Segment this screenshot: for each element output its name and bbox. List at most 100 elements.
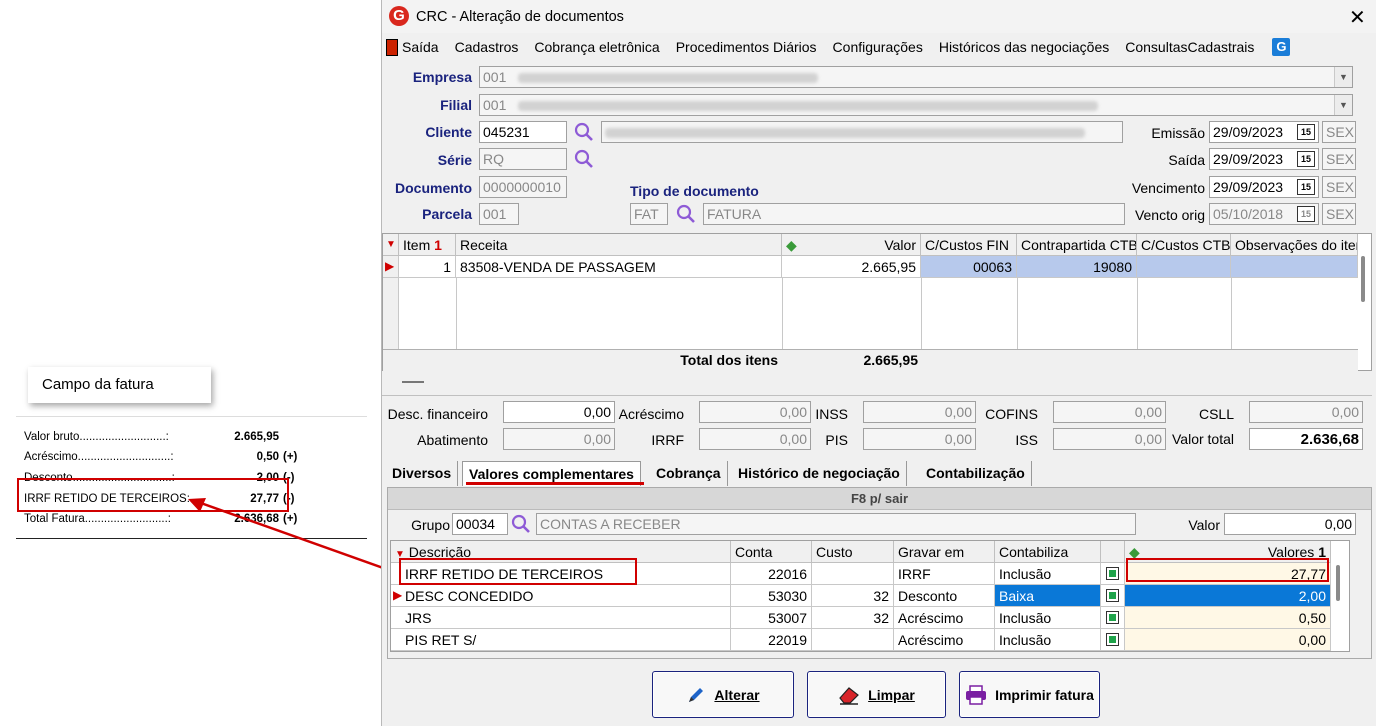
row-valor[interactable]: 2,00 [1125, 585, 1331, 607]
grupo-input[interactable]: 00034 [452, 513, 508, 535]
limpar-button[interactable]: Limpar [807, 671, 946, 718]
menu-historicos[interactable]: Históricos das negociações [931, 39, 1117, 55]
irrf-input[interactable]: 0,00 [699, 428, 811, 450]
menu-cobranca-eletronica[interactable]: Cobrança eletrônica [526, 39, 667, 55]
cofins-input[interactable]: 0,00 [1053, 401, 1166, 423]
menu-configuracoes[interactable]: Configurações [825, 39, 931, 55]
tab-cobranca[interactable]: Cobrança [650, 461, 728, 486]
abatimento-input[interactable]: 0,00 [503, 428, 615, 450]
search-icon[interactable] [510, 513, 532, 535]
emissao-date[interactable]: 29/09/2023 15 [1209, 121, 1319, 143]
menu-consultas-cadastrais[interactable]: ConsultasCadastrais [1117, 39, 1262, 55]
complementares-scrollbar[interactable] [1336, 565, 1340, 601]
row-custo[interactable] [812, 563, 894, 585]
col-valor[interactable]: ◆ Valor [782, 234, 921, 256]
g-app-icon[interactable]: G [1272, 38, 1291, 56]
calendar-icon[interactable]: 15 [1297, 124, 1315, 140]
filial-select[interactable]: 001 ▼ [479, 94, 1353, 116]
col-conta[interactable]: Conta [731, 541, 812, 563]
col-check[interactable] [1101, 541, 1125, 563]
vencto-orig-date[interactable]: 05/10/2018 15 [1209, 203, 1319, 225]
documento-input[interactable]: 0000000010 [479, 176, 567, 198]
row-checkbox[interactable] [1101, 629, 1125, 651]
menu-cadastros[interactable]: Cadastros [447, 39, 527, 55]
row-descricao[interactable]: JRS [391, 607, 731, 629]
cliente-input[interactable]: 045231 [479, 121, 567, 143]
row-custo[interactable]: 32 [812, 607, 894, 629]
imprimir-fatura-button[interactable]: Imprimir fatura [959, 671, 1100, 718]
row-gravar[interactable]: IRRF [894, 563, 995, 585]
col-contabiliza[interactable]: Contabiliza [995, 541, 1101, 563]
ccfin-cell[interactable]: 00063 [921, 256, 1017, 278]
acrescimo-input[interactable]: 0,00 [699, 401, 811, 423]
col-contrapartida[interactable]: Contrapartida CTB [1017, 234, 1137, 256]
calendar-icon[interactable]: 15 [1297, 206, 1315, 222]
vencimento-date[interactable]: 29/09/2023 15 [1209, 176, 1319, 198]
iss-input[interactable]: 0,00 [1053, 428, 1166, 450]
row-gravar[interactable]: Acréscimo [894, 607, 995, 629]
obs-cell[interactable] [1231, 256, 1358, 278]
calendar-icon[interactable]: 15 [1297, 151, 1315, 167]
row-contabiliza[interactable]: Inclusão [995, 629, 1101, 651]
eraser-icon [839, 686, 860, 705]
row-contabiliza[interactable]: Inclusão [995, 563, 1101, 585]
row-conta[interactable]: 22016 [731, 563, 812, 585]
row-checkbox[interactable] [1101, 607, 1125, 629]
row-descricao[interactable]: PIS RET S/ [391, 629, 731, 651]
pis-input[interactable]: 0,00 [863, 428, 976, 450]
empresa-select[interactable]: 001 ▼ [479, 66, 1353, 88]
row-valor[interactable]: 0,50 [1125, 607, 1331, 629]
ccctb-cell[interactable] [1137, 256, 1231, 278]
chevron-down-icon[interactable]: ▼ [1334, 67, 1352, 87]
menu-saida[interactable]: Saída [400, 39, 447, 55]
valor-input[interactable]: 0,00 [1224, 513, 1356, 535]
row-custo[interactable]: 32 [812, 585, 894, 607]
alterar-button[interactable]: Alterar [652, 671, 794, 718]
items-scrollbar[interactable] [1361, 256, 1365, 302]
col-obs[interactable]: Observações do item [1231, 234, 1358, 256]
pencil-icon [689, 687, 704, 702]
tab-historico[interactable]: Histórico de negociação [732, 461, 907, 486]
tab-contabilizacao[interactable]: Contabilização [920, 461, 1032, 486]
row-checkbox[interactable] [1101, 585, 1125, 607]
col-gravar-em[interactable]: Gravar em [894, 541, 995, 563]
serie-input[interactable]: RQ [479, 148, 567, 170]
parcela-input[interactable]: 001 [479, 203, 519, 225]
col-ccfin[interactable]: C/Custos FIN [921, 234, 1017, 256]
menu-procedimentos-diarios[interactable]: Procedimentos Diários [668, 39, 825, 55]
col-custo[interactable]: Custo [812, 541, 894, 563]
col-ccctb[interactable]: C/Custos CTB [1137, 234, 1231, 256]
row-conta[interactable]: 53007 [731, 607, 812, 629]
col-receita[interactable]: Receita [456, 234, 782, 256]
contrapartida-cell[interactable]: 19080 [1017, 256, 1137, 278]
calendar-icon[interactable]: 15 [1297, 179, 1315, 195]
search-icon[interactable] [573, 148, 595, 170]
row-contabiliza[interactable]: Baixa [995, 585, 1101, 607]
csll-input[interactable]: 0,00 [1249, 401, 1363, 423]
search-icon[interactable] [573, 121, 595, 143]
inss-input[interactable]: 0,00 [863, 401, 976, 423]
tipo-documento-code[interactable]: FAT [630, 203, 668, 225]
empresa-value: 001 [483, 69, 507, 85]
row-gravar[interactable]: Acréscimo [894, 629, 995, 651]
close-icon[interactable]: ✕ [1349, 5, 1366, 30]
chevron-down-icon[interactable]: ▼ [1334, 95, 1352, 115]
col-item[interactable]: Item 1 [399, 234, 456, 256]
row-descricao[interactable]: ▶ DESC CONCEDIDO [391, 585, 731, 607]
row-conta[interactable]: 22019 [731, 629, 812, 651]
tab-diversos[interactable]: Diversos [386, 461, 459, 486]
item-cell[interactable]: 1 [399, 256, 456, 278]
search-icon[interactable] [675, 203, 697, 225]
filial-value: 001 [483, 97, 507, 113]
row-custo[interactable] [812, 629, 894, 651]
valor-cell[interactable]: 2.665,95 [782, 256, 921, 278]
row-contabiliza[interactable]: Inclusão [995, 607, 1101, 629]
row-conta[interactable]: 53030 [731, 585, 812, 607]
row-checkbox[interactable] [1101, 563, 1125, 585]
splitter-handle[interactable] [402, 381, 424, 383]
row-gravar[interactable]: Desconto [894, 585, 995, 607]
saida-date[interactable]: 29/09/2023 15 [1209, 148, 1319, 170]
receita-cell[interactable]: 83508-VENDA DE PASSAGEM [456, 256, 782, 278]
desc-fin-input[interactable]: 0,00 [503, 401, 615, 423]
row-valor[interactable]: 0,00 [1125, 629, 1331, 651]
